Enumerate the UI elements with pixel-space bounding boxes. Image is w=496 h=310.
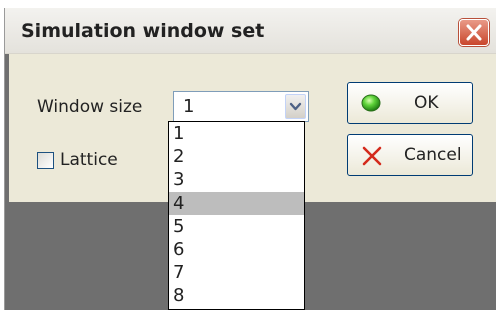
screen: Simulation window set Window size 1 Latt… [0, 0, 496, 310]
dropdown-option-6[interactable]: 6 [169, 238, 304, 261]
ok-button-label: OK [414, 93, 439, 113]
dropdown-option-2[interactable]: 2 [169, 145, 304, 168]
window-size-value: 1 [183, 96, 195, 117]
window-size-select[interactable]: 1 [173, 91, 309, 122]
dropdown-option-4[interactable]: 4 [169, 191, 304, 215]
red-x-icon [362, 146, 382, 166]
cancel-button-label: Cancel [404, 145, 462, 165]
lattice-checkbox[interactable] [37, 152, 54, 169]
close-icon [466, 24, 482, 41]
dropdown-option-8[interactable]: 8 [169, 284, 304, 307]
chevron-down-icon [289, 102, 302, 111]
dropdown-option-1[interactable]: 1 [169, 122, 304, 145]
window-size-dropdown-list: 1 2 3 4 5 6 7 8 [168, 121, 305, 310]
dropdown-option-5[interactable]: 5 [169, 215, 304, 238]
green-orb-icon [361, 94, 381, 112]
lattice-label: Lattice [60, 150, 118, 170]
ok-button[interactable]: OK [347, 82, 473, 124]
dialog-title: Simulation window set [21, 20, 265, 42]
close-button[interactable] [459, 19, 489, 46]
dropdown-option-3[interactable]: 3 [169, 168, 304, 191]
cancel-button[interactable]: Cancel [347, 134, 473, 176]
dropdown-option-7[interactable]: 7 [169, 261, 304, 284]
dropdown-arrow-button[interactable] [285, 94, 306, 119]
window-size-label: Window size [37, 97, 143, 117]
title-bar[interactable]: Simulation window set [5, 8, 496, 54]
